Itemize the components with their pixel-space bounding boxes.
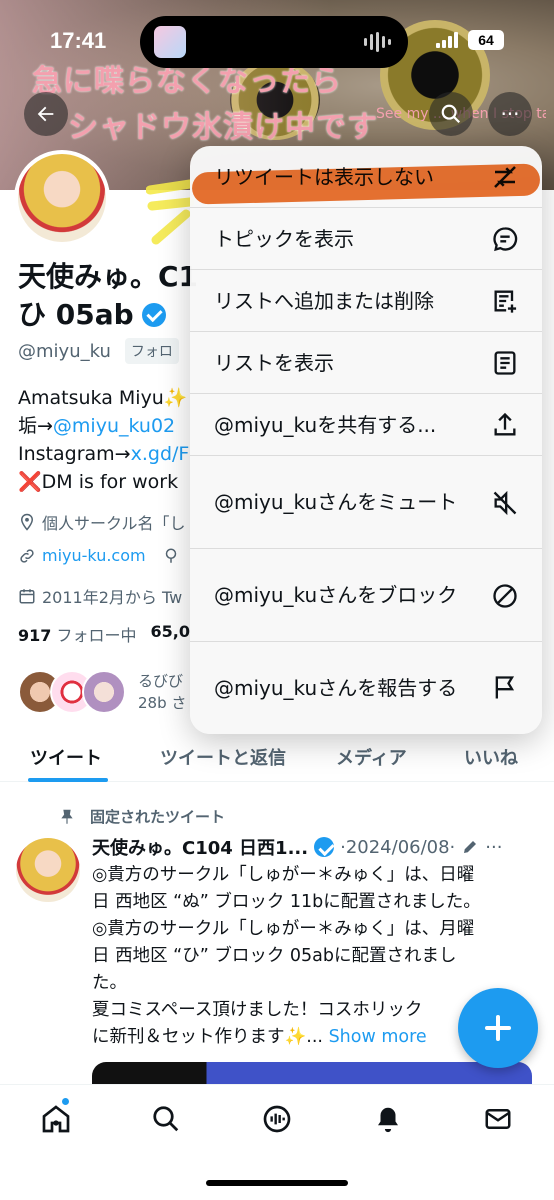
- share-icon: [490, 410, 520, 440]
- pinned-label: 固定されたツイート: [58, 806, 225, 827]
- signal-icon: [436, 32, 460, 48]
- tab-tweets-replies[interactable]: ツイートと返信: [160, 744, 286, 770]
- birthday-icon: [165, 548, 176, 563]
- arrow-left-icon: [37, 106, 54, 122]
- tweet-avatar[interactable]: [16, 838, 80, 902]
- battery-indicator: 64: [468, 30, 504, 50]
- home-icon[interactable]: [38, 1101, 74, 1137]
- profile-name-line: ひ 05ab: [18, 298, 134, 331]
- home-notification-dot: [61, 1097, 70, 1106]
- menu-item-share[interactable]: @miyu_kuを共有する...: [190, 394, 542, 456]
- block-icon: [490, 581, 520, 611]
- profile-joined: 2011年2月から Tw: [18, 584, 182, 608]
- more-dots-icon: ···: [500, 102, 520, 126]
- profile-avatar[interactable]: [14, 150, 110, 246]
- status-time: 17:41: [50, 28, 107, 53]
- home-indicator[interactable]: [206, 1180, 348, 1186]
- topic-icon: [490, 224, 520, 254]
- more-button[interactable]: ···: [488, 92, 532, 136]
- tweet-media[interactable]: [92, 1062, 532, 1084]
- mail-icon[interactable]: [480, 1101, 516, 1137]
- edit-icon: [464, 841, 477, 853]
- tab-tweets[interactable]: ツイート: [30, 744, 102, 770]
- location-pin-icon: [20, 513, 34, 531]
- calendar-icon: [19, 589, 35, 604]
- tweet-header: 天使みゅ。C104 日西1... ·2024/06/08· ···: [92, 834, 502, 860]
- flag-icon: [490, 673, 520, 703]
- status-bar: 17:41 64: [0, 0, 554, 84]
- tweet-date: ·2024/06/08·: [340, 836, 456, 858]
- tweet-author[interactable]: 天使みゅ。C104 日西1...: [92, 834, 308, 860]
- verified-badge-icon: [141, 303, 166, 327]
- verified-badge-icon: [314, 837, 335, 857]
- follows-you-badge: フォロ: [124, 338, 179, 364]
- tweet-more-icon[interactable]: ···: [485, 837, 502, 858]
- bell-icon[interactable]: [370, 1101, 406, 1137]
- followed-by[interactable]: るびび 28b さ: [18, 670, 186, 714]
- audio-wave-icon: [364, 31, 392, 53]
- menu-item-report[interactable]: @miyu_kuさんを報告する: [190, 642, 542, 734]
- bio-instagram-link[interactable]: x.gd/F: [131, 443, 190, 465]
- bio-mention-link[interactable]: @miyu_ku02: [53, 415, 175, 437]
- back-button[interactable]: [24, 92, 68, 136]
- list-add-icon: [490, 286, 520, 316]
- menu-item-mute[interactable]: @miyu_kuさんをミュート: [190, 456, 542, 549]
- profile-handle: @miyu_ku: [18, 340, 111, 362]
- search-icon[interactable]: [148, 1101, 184, 1137]
- mute-icon: [490, 488, 520, 518]
- menu-item-view-topics[interactable]: トピックを表示: [190, 208, 542, 270]
- profile-tabs: ツイート ツイートと返信 メディア いいね: [0, 734, 554, 782]
- show-more-link[interactable]: Show more: [329, 1027, 427, 1047]
- compose-tweet-button[interactable]: [458, 988, 538, 1068]
- tab-media[interactable]: メディア: [336, 744, 407, 770]
- pin-icon: [61, 809, 73, 824]
- dynamic-island[interactable]: [140, 16, 408, 68]
- profile-website[interactable]: miyu-ku.com: [18, 546, 180, 565]
- menu-item-block[interactable]: @miyu_kuさんをブロック: [190, 549, 542, 642]
- spaces-icon[interactable]: [259, 1101, 295, 1137]
- link-icon: [20, 548, 34, 563]
- followers-count[interactable]: 65,0: [151, 622, 190, 646]
- list-icon: [490, 348, 520, 378]
- yellow-annotation-mark: [146, 179, 194, 245]
- follower-avatar: [82, 670, 126, 714]
- now-playing-thumbnail: [154, 26, 186, 58]
- tab-likes[interactable]: いいね: [464, 744, 518, 770]
- profile-location: 個人サークル名「し: [18, 510, 186, 534]
- active-tab-indicator: [28, 778, 108, 782]
- search-icon: [441, 104, 461, 124]
- menu-item-view-lists[interactable]: リストを表示: [190, 332, 542, 394]
- profile-more-menu: リツイートは表示しない トピックを表示 リストへ追加または削除 リストを表示 @…: [190, 146, 542, 734]
- banner-text: シャドウ氷漬け中です: [68, 110, 378, 145]
- menu-item-add-remove-list[interactable]: リストへ追加または削除: [190, 270, 542, 332]
- search-button[interactable]: [429, 92, 473, 136]
- following-count[interactable]: 917 フォロー中: [18, 622, 137, 646]
